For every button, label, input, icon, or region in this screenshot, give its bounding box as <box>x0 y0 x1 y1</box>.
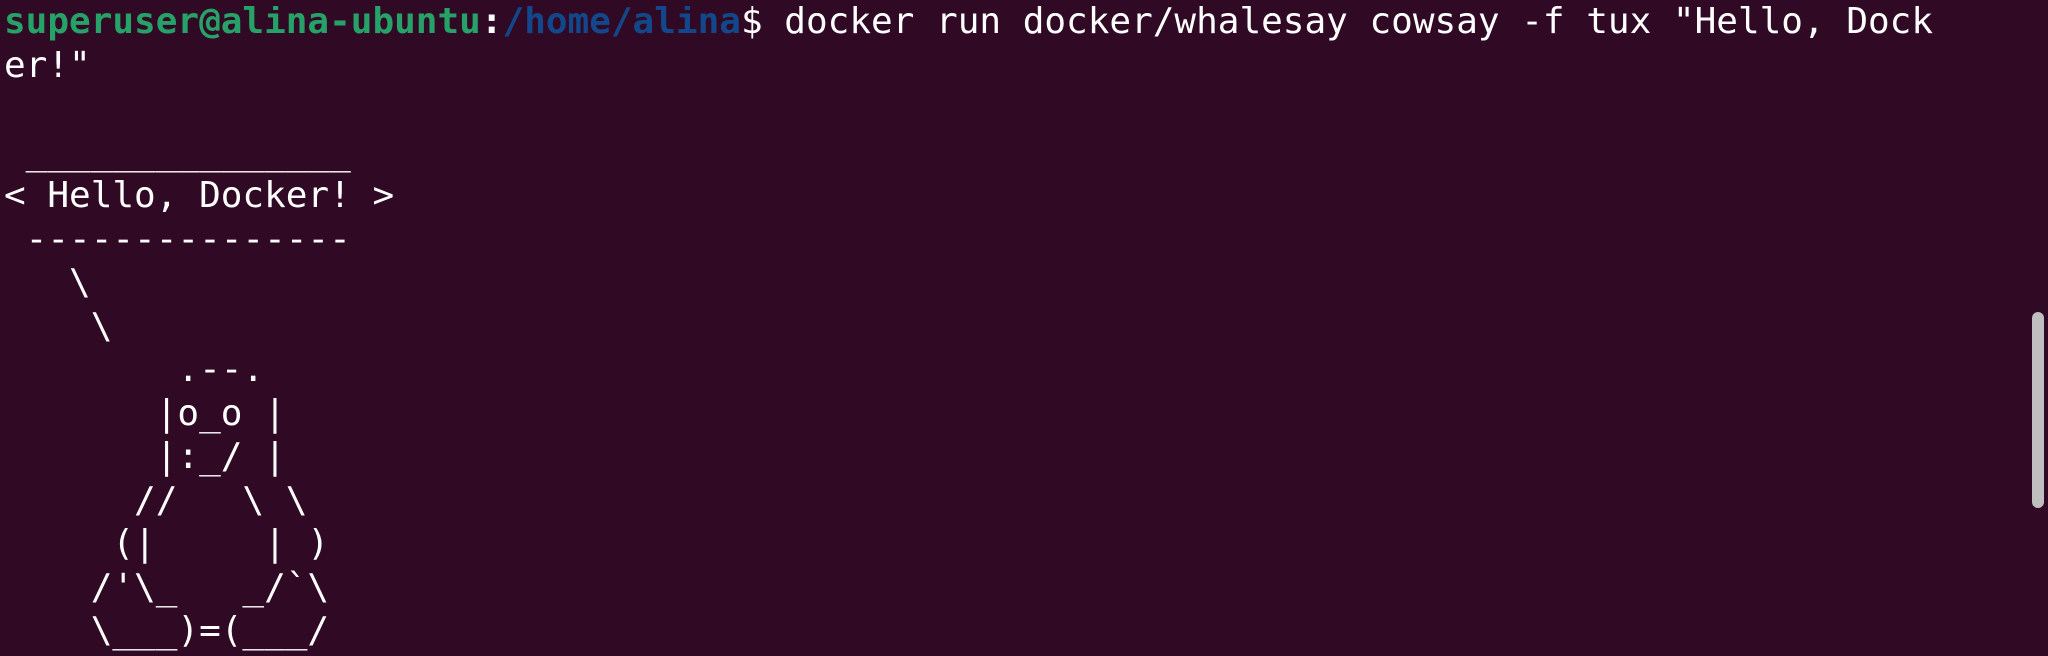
tux-line: |o_o | <box>4 392 286 434</box>
scrollbar-thumb[interactable] <box>2032 312 2044 508</box>
tux-line: \___)=(___/ <box>4 610 330 651</box>
tux-line: \ <box>4 305 113 347</box>
tux-line: /'\_ _/`\ <box>4 566 330 608</box>
command-text: docker run docker/whalesay cowsay -f tux… <box>762 1 1934 42</box>
tux-line: \ <box>4 262 91 303</box>
tux-line: |:_/ | <box>4 436 286 477</box>
speech-bubble-text: < Hello, Docker! > <box>4 175 395 216</box>
prompt-separator: : <box>480 1 503 42</box>
prompt-user-host: superuser@alina-ubuntu <box>4 1 481 42</box>
tux-line: .--. <box>4 349 265 390</box>
command-text-wrap: er!" <box>4 44 91 86</box>
speech-bubble-top: _______________ <box>4 131 351 173</box>
terminal-window[interactable]: superuser@alina-ubuntu:/home/alina$ dock… <box>0 0 2048 656</box>
prompt-dollar: $ <box>740 1 763 42</box>
speech-bubble-bottom: --------------- <box>4 218 351 260</box>
prompt-path: /home/alina <box>502 1 741 42</box>
terminal-output: superuser@alina-ubuntu:/home/alina$ dock… <box>0 0 1933 653</box>
clipped-previous-line <box>0 0 2048 6</box>
tux-line: (| | ) <box>4 523 330 564</box>
tux-line: // \ \ <box>4 479 308 521</box>
